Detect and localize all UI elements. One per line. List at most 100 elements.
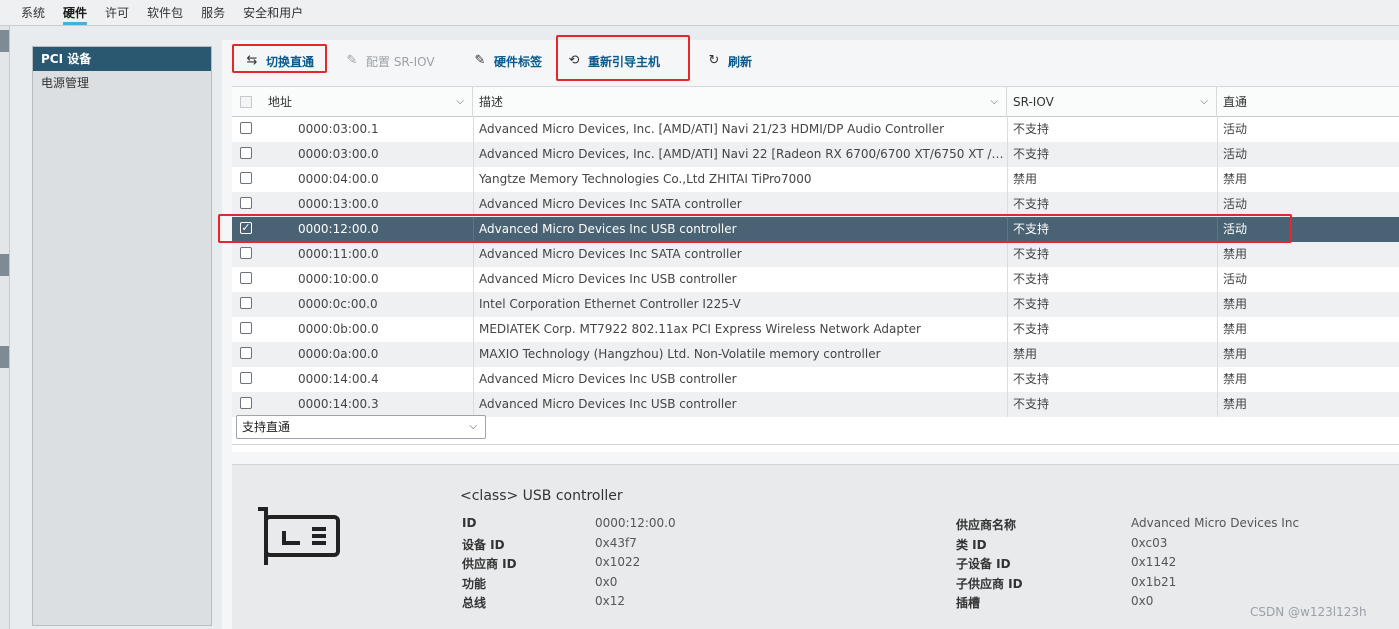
table-row[interactable]: 0000:10:00.0 Advanced Micro Devices Inc U… [232,267,1399,292]
chevron-down-icon[interactable]: ⌵ [456,87,464,117]
column-header-passthrough[interactable]: 直通 [1217,87,1399,117]
row-checkbox[interactable] [240,397,252,409]
navigator-edge [0,26,10,629]
tab-system[interactable]: 系统 [21,0,45,25]
table-row[interactable]: 0000:03:00.1 Advanced Micro Devices, Inc.… [232,117,1399,142]
table-row[interactable]: 0000:11:00.0 Advanced Micro Devices Inc S… [232,242,1399,267]
property-label: 子设备 ID [956,557,1011,571]
cell-sriov: 禁用 [1013,172,1038,186]
cell-description: Advanced Micro Devices Inc USB controlle… [479,397,737,411]
cell-passthrough: 禁用 [1223,347,1248,361]
cell-description: Yangtze Memory Technologies Co.,Ltd ZHIT… [479,172,812,186]
cell-sriov: 不支持 [1013,122,1050,136]
row-checkbox[interactable] [240,197,252,209]
sidebar-item-power-management[interactable]: 电源管理 [33,71,211,95]
row-checkbox[interactable] [240,172,252,184]
column-separator [1217,267,1218,292]
property-value: Advanced Micro Devices Inc [1131,516,1300,530]
select-all-checkbox[interactable] [240,96,252,108]
refresh-button[interactable]: ↻ 刷新 [706,52,752,70]
reboot-host-icon: ⟲ [568,53,580,68]
navigator-marker [0,30,9,52]
row-checkbox[interactable] [240,122,252,134]
column-separator [1217,167,1218,192]
toggle-passthrough-button[interactable]: ⇆ 切换直通 [244,52,314,70]
pci-card-icon [258,507,340,565]
cell-passthrough: 禁用 [1223,397,1248,411]
column-separator [473,217,474,242]
cell-passthrough: 禁用 [1223,372,1248,386]
toggle-icon: ⇆ [246,53,258,68]
property-label: 供应商 ID [462,557,517,571]
column-separator [1217,217,1218,242]
column-separator [1217,292,1218,317]
row-checkbox[interactable] [240,147,252,159]
chevron-down-icon[interactable]: ⌵ [990,87,998,117]
column-separator [1007,142,1008,167]
table-row[interactable]: 0000:13:00.0 Advanced Micro Devices Inc S… [232,192,1399,217]
configure-sriov-button[interactable]: ✎ 配置 SR-IOV [344,52,435,70]
row-checkbox[interactable] [240,297,252,309]
tab-services[interactable]: 服务 [201,0,225,25]
configure-sriov-label: 配置 SR-IOV [366,54,435,69]
row-checkbox[interactable] [240,322,252,334]
watermark: CSDN @w123l123h [1250,605,1367,619]
property-value: 0x1142 [1131,555,1177,569]
column-separator [1217,142,1218,167]
chevron-down-icon[interactable]: ⌵ [1200,87,1208,117]
sidebar-item-pci-devices[interactable]: PCI 设备 [33,47,211,71]
toolbar: ⇆ 切换直通 ✎ 配置 SR-IOV ✎ 硬件标签 ⟲ 重新引导主机 ↻ 刷新 [222,40,1399,82]
cell-sriov: 禁用 [1013,347,1038,361]
column-header-address[interactable]: 地址 ⌵ [262,87,473,117]
column-separator [1217,367,1218,392]
row-checkbox[interactable]: ✓ [240,222,252,234]
table-row[interactable]: 0000:14:00.3 Advanced Micro Devices Inc U… [232,392,1399,417]
column-separator [473,342,474,367]
column-separator [1007,167,1008,192]
cell-address: 0000:0c:00.0 [298,297,378,311]
navigator-marker [0,346,9,368]
row-checkbox[interactable] [240,247,252,259]
property-label: 功能 [462,576,487,591]
table-row[interactable]: 0000:03:00.0 Advanced Micro Devices, Inc.… [232,142,1399,167]
property-value: 0x1b21 [1131,574,1177,589]
cell-description: Advanced Micro Devices Inc USB controlle… [479,222,737,236]
column-separator [473,167,474,192]
reboot-host-button[interactable]: ⟲ 重新引导主机 [566,52,660,70]
table-row[interactable]: ✓ 0000:12:00.0 Advanced Micro Devices Inc … [232,217,1399,242]
column-separator [473,292,474,317]
filter-select[interactable]: 支持直通 ⌵ [236,415,486,439]
column-header-sriov[interactable]: SR-IOV ⌵ [1007,87,1217,117]
chevron-down-icon[interactable]: ⌵ [469,416,477,438]
row-checkbox[interactable] [240,372,252,384]
cell-sriov: 不支持 [1013,197,1050,211]
column-header-description[interactable]: 描述 ⌵ [473,87,1007,117]
table-row[interactable]: 0000:0a:00.0 MAXIO Technology (Hangzhou) … [232,342,1399,367]
tab-license[interactable]: 许可 [105,0,129,25]
table-row[interactable]: 0000:0b:00.0 MEDIATEK Corp. MT7922 802.11… [232,317,1399,342]
cell-sriov: 不支持 [1013,397,1050,411]
table-row[interactable]: 0000:04:00.0 Yangtze Memory Technologies … [232,167,1399,192]
property-label: 供应商名称 [956,518,1017,532]
property-label: 总线 [462,596,487,610]
table-row[interactable]: 0000:14:00.4 Advanced Micro Devices Inc U… [232,367,1399,392]
row-checkbox[interactable] [240,347,252,359]
section-divider [232,444,1399,445]
cell-address: 0000:13:00.0 [298,197,379,211]
column-separator [1217,242,1218,267]
cell-sriov: 不支持 [1013,297,1050,311]
column-separator [1007,217,1008,242]
tab-hardware[interactable]: 硬件 [63,0,88,25]
cell-passthrough: 活动 [1223,272,1248,286]
row-checkbox[interactable] [240,272,252,284]
tab-security-users[interactable]: 安全和用户 [243,0,303,25]
tab-packages[interactable]: 软件包 [147,0,183,25]
column-separator [1217,342,1218,367]
hardware-label-button[interactable]: ✎ 硬件标签 [472,52,542,70]
column-separator [1007,292,1008,317]
column-header-label: 描述 [479,95,504,109]
column-header-label: 直通 [1223,95,1248,109]
filter-value: 支持直通 [242,420,291,434]
table-row[interactable]: 0000:0c:00.0 Intel Corporation Ethernet C… [232,292,1399,317]
column-header-label: 地址 [268,95,293,109]
